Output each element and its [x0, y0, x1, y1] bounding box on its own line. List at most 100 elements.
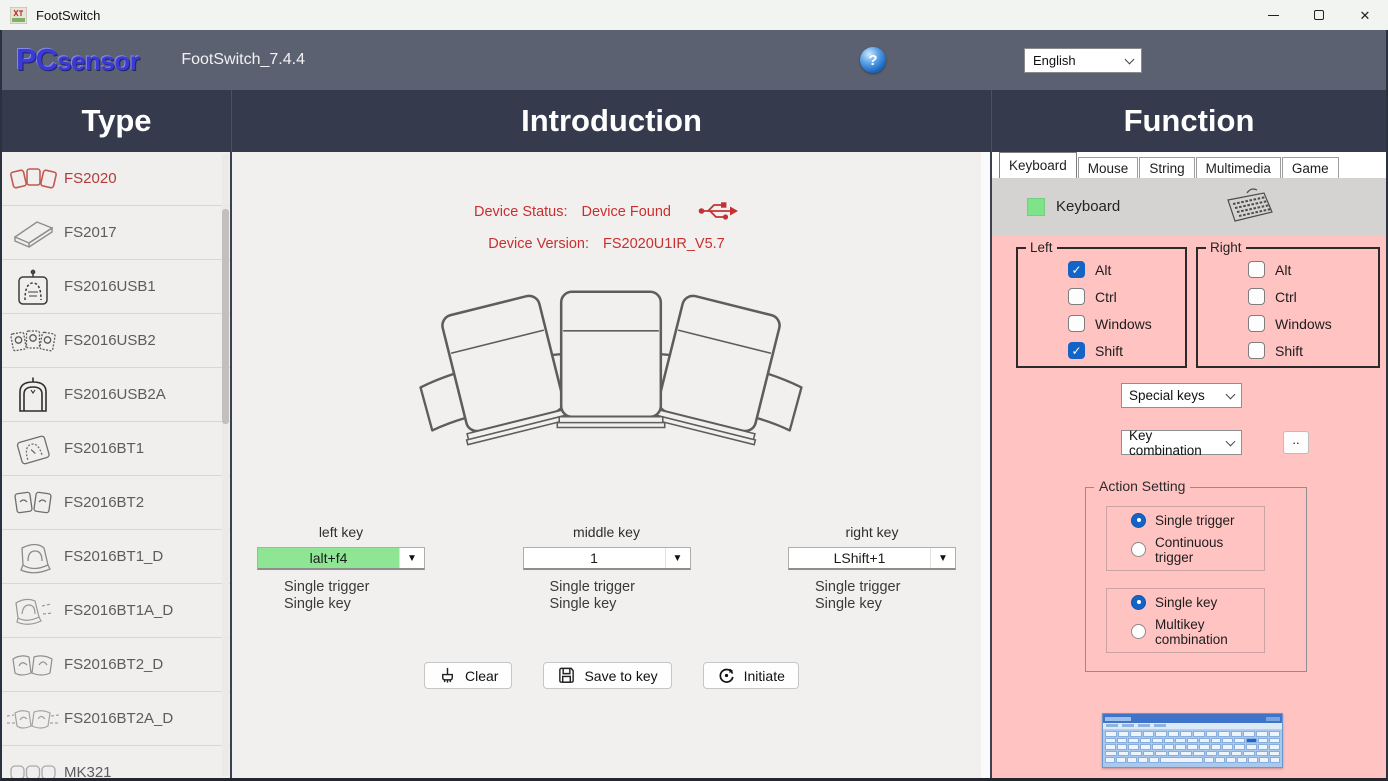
footswitch-illustration — [401, 280, 821, 448]
right-key-select[interactable]: LShift+1 ▼ — [788, 547, 956, 570]
dropdown-arrow-icon: ▼ — [665, 548, 690, 568]
language-select[interactable]: English — [1024, 48, 1142, 73]
radio-button[interactable] — [1131, 624, 1146, 639]
save-to-key-label: Save to key — [584, 668, 657, 684]
sidebar-item-fs2016bt1a_d[interactable]: FS2016BT1A_D — [2, 584, 230, 638]
tab-label: Mouse — [1088, 161, 1129, 176]
left-windows-checkbox-row[interactable]: Windows — [1068, 315, 1185, 332]
action-setting-title: Action Setting — [1094, 478, 1190, 494]
minimize-button[interactable] — [1250, 0, 1296, 30]
special-keys-value: Special keys — [1129, 388, 1205, 403]
checkbox-label: Ctrl — [1095, 289, 1117, 305]
main-content: FS2020 FS2017 — [2, 152, 1386, 778]
usb-icon — [697, 200, 739, 222]
sidebar-item-fs2017[interactable]: FS2017 — [2, 206, 230, 260]
sidebar-item-fs2016bt2_d[interactable]: FS2016BT2_D — [2, 638, 230, 692]
sidebar-item-label: FS2020 — [64, 170, 117, 187]
initiate-button[interactable]: Initiate — [703, 662, 799, 689]
window-frame: PCsensor FootSwitch_7.4.4 ? English Type… — [0, 30, 1388, 781]
single-trigger-radio-row[interactable]: Single trigger — [1131, 513, 1264, 528]
right-ctrl-checkbox-row[interactable]: Ctrl — [1248, 288, 1378, 305]
right-key-block: right key LShift+1 ▼ Single trigger Sing… — [788, 524, 956, 613]
sidebar-item-label: FS2016USB1 — [64, 278, 156, 295]
right-windows-checkbox-row[interactable]: Windows — [1248, 315, 1378, 332]
more-options-button[interactable]: .. — [1283, 431, 1309, 454]
trigger-mode-box: Single trigger Continuous trigger — [1106, 506, 1265, 571]
special-keys-select[interactable]: Special keys — [1121, 383, 1242, 408]
introduction-panel: Device Status: Device Found — [232, 152, 992, 778]
sidebar-item-label: FS2017 — [64, 224, 117, 241]
tab-multimedia[interactable]: Multimedia — [1196, 157, 1281, 178]
tab-keyboard[interactable]: Keyboard — [999, 152, 1077, 178]
checkbox[interactable] — [1248, 261, 1265, 278]
tab-game[interactable]: Game — [1282, 157, 1339, 178]
checkbox[interactable] — [1068, 261, 1085, 278]
type-header: Type — [2, 90, 232, 152]
multikey-combination-radio-row[interactable]: Multikey combination — [1131, 617, 1264, 647]
radio-label: Single trigger — [1155, 513, 1235, 528]
sidebar-item-fs2016bt2a_d[interactable]: FS2016BT2A_D — [2, 692, 230, 746]
right-modifier-group: Right Alt Ctrl — [1196, 247, 1380, 368]
sidebar-item-fs2016bt1[interactable]: FS2016BT1 — [2, 422, 230, 476]
maximize-button[interactable] — [1296, 0, 1342, 30]
introduction-header: Introduction — [232, 90, 992, 152]
close-button[interactable]: ✕ — [1342, 0, 1388, 30]
brush-icon — [438, 666, 457, 685]
save-to-key-button[interactable]: Save to key — [543, 662, 671, 689]
middle-key-block: middle key 1 ▼ Single trigger Single key — [523, 524, 691, 613]
trigger-mode-text: Single trigger — [550, 579, 691, 596]
sidebar-item-fs2016bt2[interactable]: FS2016BT2 — [2, 476, 230, 530]
checkbox[interactable] — [1248, 342, 1265, 359]
sidebar-scrollbar-thumb[interactable] — [222, 209, 229, 424]
help-icon[interactable]: ? — [860, 47, 886, 73]
action-setting-group: Action Setting Single trigger Continuous… — [1085, 487, 1307, 672]
tab-mouse[interactable]: Mouse — [1078, 157, 1139, 178]
continuous-trigger-radio-row[interactable]: Continuous trigger — [1131, 535, 1264, 565]
keyboard-section-title: Keyboard — [1056, 198, 1120, 215]
help-glyph: ? — [868, 52, 877, 69]
checkbox[interactable] — [1068, 288, 1085, 305]
sidebar-item-label: FS2016BT2A_D — [64, 710, 173, 727]
checkbox[interactable] — [1248, 315, 1265, 332]
sidebar-item-fs2016usb1[interactable]: FS2016USB1 — [2, 260, 230, 314]
sidebar-scrollbar[interactable] — [222, 154, 229, 776]
single-key-radio-row[interactable]: Single key — [1131, 595, 1264, 610]
left-alt-checkbox-row[interactable]: Alt — [1068, 261, 1185, 278]
sidebar-item-fs2020[interactable]: FS2020 — [2, 152, 230, 206]
sidebar-item-fs2016usb2[interactable]: FS2016USB2 — [2, 314, 230, 368]
checkbox[interactable] — [1248, 288, 1265, 305]
maximize-icon — [1314, 10, 1324, 20]
sidebar-item-mk321[interactable]: MK321 — [2, 746, 230, 778]
key-mode-text: Single key — [815, 596, 956, 613]
tilt-pedal-icon — [2, 432, 64, 466]
radio-label: Single key — [1155, 595, 1217, 610]
right-alt-checkbox-row[interactable]: Alt — [1248, 261, 1378, 278]
key-combination-select[interactable]: Key combination — [1121, 430, 1242, 455]
sidebar-item-fs2016usb2a[interactable]: FS2016USB2A — [2, 368, 230, 422]
clear-button[interactable]: Clear — [424, 662, 512, 689]
radio-button[interactable] — [1131, 542, 1146, 557]
titlebar: FootSwitch ✕ — [0, 0, 1388, 30]
minimize-icon — [1268, 15, 1279, 16]
action-buttons-row: Clear Save to key — [424, 662, 799, 689]
radio-label: Multikey combination — [1155, 617, 1264, 647]
radio-button[interactable] — [1131, 595, 1146, 610]
left-ctrl-checkbox-row[interactable]: Ctrl — [1068, 288, 1185, 305]
tab-string[interactable]: String — [1139, 157, 1194, 178]
checkbox[interactable] — [1068, 342, 1085, 359]
sidebar-item-fs2016bt1_d[interactable]: FS2016BT1_D — [2, 530, 230, 584]
right-shift-checkbox-row[interactable]: Shift — [1248, 342, 1378, 359]
device-status-line: Device Status: Device Found — [232, 202, 981, 222]
key-mode-box: Single key Multikey combination — [1106, 588, 1265, 653]
right-key-value: LShift+1 — [789, 548, 930, 568]
keyboard-options-panel: Left Alt Ctrl — [992, 235, 1386, 778]
introduction-scrollbar[interactable] — [981, 152, 990, 778]
left-shift-checkbox-row[interactable]: Shift — [1068, 342, 1185, 359]
radio-button[interactable] — [1131, 513, 1146, 528]
tab-label: Keyboard — [1009, 158, 1067, 173]
middle-key-select[interactable]: 1 ▼ — [523, 547, 691, 570]
key-assignments-row: left key lalt+f4 ▼ Single trigger Single… — [232, 524, 981, 613]
left-key-select[interactable]: lalt+f4 ▼ — [257, 547, 425, 570]
tilt-pedal-dash-icon — [2, 595, 64, 627]
checkbox[interactable] — [1068, 315, 1085, 332]
